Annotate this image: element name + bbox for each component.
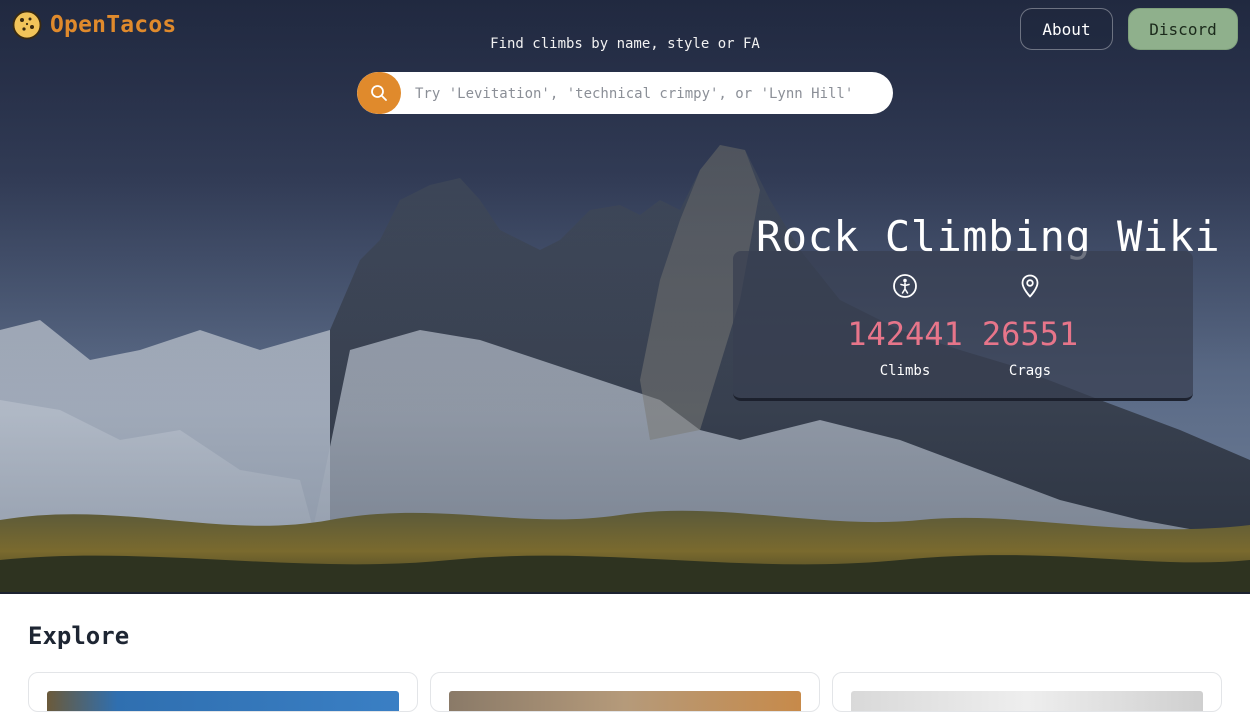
- climbs-count: 142441: [847, 315, 963, 353]
- climbs-label: Climbs: [879, 363, 931, 379]
- search-button[interactable]: [357, 72, 401, 114]
- hero-divider: [0, 592, 1250, 594]
- card-image: [449, 691, 801, 711]
- crags-label: Crags: [1008, 363, 1052, 379]
- explore-card[interactable]: [832, 672, 1222, 712]
- climber-icon: [893, 274, 917, 298]
- stat-climbs: 142441 Climbs: [835, 273, 975, 379]
- explore-heading: Explore: [28, 622, 130, 650]
- logo-text: OpenTacos: [50, 12, 177, 38]
- search-input[interactable]: [413, 72, 887, 114]
- stat-crags: 26551 Crags: [960, 273, 1100, 379]
- explore-card[interactable]: [430, 672, 820, 712]
- search-caption: Find climbs by name, style or FA: [490, 36, 760, 52]
- search-icon: [371, 85, 387, 101]
- crags-count: 26551: [981, 315, 1079, 353]
- card-image: [47, 691, 399, 711]
- location-pin-icon: [1021, 274, 1039, 298]
- explore-card[interactable]: [28, 672, 418, 712]
- search-bar: [357, 72, 893, 114]
- card-image: [851, 691, 1203, 711]
- stats-card: 142441 Climbs 26551 Crags: [733, 251, 1193, 401]
